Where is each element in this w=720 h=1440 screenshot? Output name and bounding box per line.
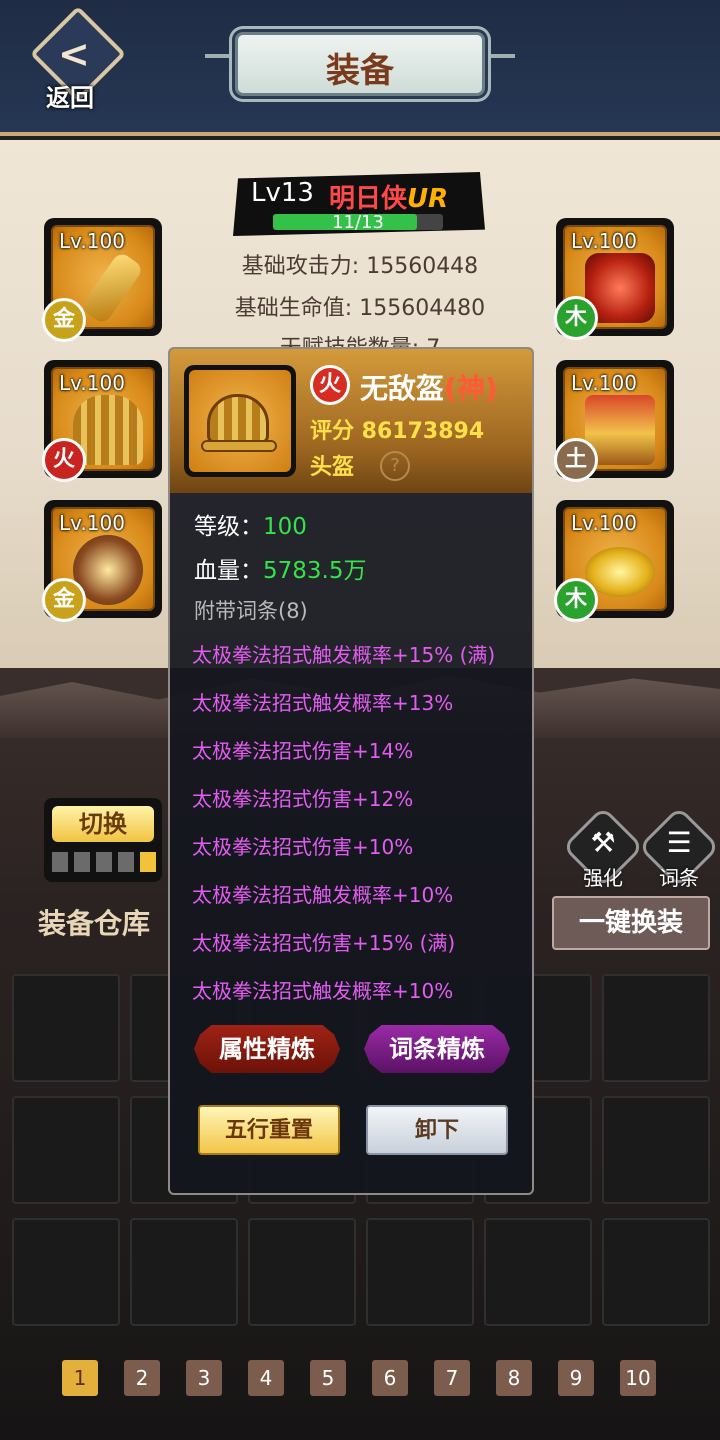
loadout-cell[interactable]	[74, 852, 90, 872]
element-badge: 木	[554, 578, 598, 622]
loadout-cell-active[interactable]	[140, 852, 156, 872]
sword-icon	[79, 250, 145, 326]
affix-line: 太极拳法招式触发概率+13%	[192, 691, 454, 715]
page-button-7[interactable]: 7	[434, 1360, 470, 1396]
one-key-equip-button[interactable]: 一键换装	[552, 896, 710, 950]
inventory-cell[interactable]	[12, 1096, 120, 1204]
back-arrow-icon: <	[58, 32, 90, 76]
item-grade: (神)	[444, 372, 498, 405]
element-badge: 金	[42, 578, 86, 622]
equip-slot-amulet[interactable]: Lv.100 金	[42, 500, 162, 622]
equip-slot-weapon[interactable]: Lv.100 金	[42, 218, 162, 342]
equip-slot-helmet[interactable]: Lv.100 火	[42, 360, 162, 482]
loadout-cell[interactable]	[96, 852, 112, 872]
page-button-10[interactable]: 10	[620, 1360, 656, 1396]
inventory-cell[interactable]	[130, 1218, 238, 1326]
item-slot-type: 头盔	[310, 455, 355, 480]
inventory-cell[interactable]	[602, 974, 710, 1082]
item-hp: 血量：5783.5万	[194, 558, 367, 584]
item-level: 等级：100	[194, 514, 307, 540]
slot-level: Lv.100	[59, 371, 125, 395]
affix-line: 太极拳法招式伤害+10%	[192, 835, 414, 859]
helmet-brim	[201, 440, 277, 452]
slot-level: Lv.100	[571, 511, 637, 535]
back-label: 返回	[46, 83, 94, 112]
strengthen-label: 强化	[583, 866, 623, 890]
hero-progress-text: 11/13	[332, 212, 384, 233]
back-button[interactable]: < 返回	[29, 5, 127, 112]
inventory-cell[interactable]	[484, 1218, 592, 1326]
attribute-refine-button[interactable]: 属性精炼	[194, 1025, 340, 1073]
affix-line: 太极拳法招式伤害+15% (满)	[192, 931, 456, 955]
equip-slot-boots[interactable]: Lv.100 土	[554, 360, 674, 482]
affix-line: 太极拳法招式触发概率+10%	[192, 979, 454, 1003]
element-badge: 金	[42, 298, 86, 342]
page-button-8[interactable]: 8	[496, 1360, 532, 1396]
storage-title: 装备仓库	[38, 907, 151, 940]
page-button-5[interactable]: 5	[310, 1360, 346, 1396]
affix-refine-button[interactable]: 词条精炼	[364, 1025, 510, 1073]
element-badge: 土	[554, 438, 598, 482]
item-icon-frame	[184, 365, 296, 477]
page-title: 装备	[326, 51, 394, 91]
five-elements-reset-button[interactable]: 五行重置	[198, 1105, 340, 1155]
unequip-button[interactable]: 卸下	[366, 1105, 508, 1155]
inventory-cell[interactable]	[12, 1218, 120, 1326]
popup-header: 火 无敌盔(神) 评分 86173894 头盔 ?	[170, 349, 532, 493]
help-icon[interactable]: ?	[380, 451, 410, 481]
item-name: 无敌盔(神)	[360, 372, 498, 405]
hero-progress-bar: 11/13	[273, 212, 443, 233]
list-icon: ☰	[666, 826, 692, 859]
title-plate: 装备	[235, 32, 485, 96]
inventory-cell[interactable]	[366, 1218, 474, 1326]
page-button-6[interactable]: 6	[372, 1360, 408, 1396]
slot-level: Lv.100	[59, 229, 125, 253]
element-badge: 火	[42, 438, 86, 482]
page-button-2[interactable]: 2	[124, 1360, 160, 1396]
page-button-1[interactable]: 1	[62, 1360, 98, 1396]
element-badge: 木	[554, 296, 598, 340]
loadout-cell[interactable]	[118, 852, 134, 872]
affix-line: 太极拳法招式伤害+14%	[192, 739, 414, 763]
inventory-cell[interactable]	[248, 1218, 356, 1326]
fire-element-icon: 火	[310, 365, 350, 405]
affix-line: 太极拳法招式伤害+12%	[192, 787, 414, 811]
page-button-4[interactable]: 4	[248, 1360, 284, 1396]
affix-label: 词条	[659, 866, 699, 890]
equip-slot-ring[interactable]: Lv.100 木	[554, 500, 674, 622]
affix-line: 太极拳法招式触发概率+15% (满)	[192, 643, 496, 667]
slot-level: Lv.100	[59, 511, 125, 535]
inventory-cell[interactable]	[602, 1096, 710, 1204]
hero-level: Lv13	[251, 178, 314, 208]
switch-button[interactable]: 切换	[52, 806, 154, 842]
hero-banner: Lv13 明日侠UR 11/13	[233, 172, 485, 236]
hero-rank: UR	[407, 184, 449, 214]
loadout-cell[interactable]	[52, 852, 68, 872]
affix-line: 太极拳法招式触发概率+10%	[192, 883, 454, 907]
slot-level: Lv.100	[571, 371, 637, 395]
inventory-cell[interactable]	[12, 974, 120, 1082]
loadout-switch: 切换	[44, 798, 162, 882]
inventory-cell[interactable]	[602, 1218, 710, 1326]
item-detail-popup: 火 无敌盔(神) 评分 86173894 头盔 ? 等级：100 血量：5783…	[168, 347, 534, 1195]
page-button-9[interactable]: 9	[558, 1360, 594, 1396]
top-bar: < 返回 装备	[0, 0, 720, 136]
item-score: 评分 86173894	[310, 419, 485, 444]
hammer-icon: ⚒	[590, 826, 616, 859]
equip-slot-armor[interactable]: Lv.100 木	[554, 218, 674, 340]
page-button-3[interactable]: 3	[186, 1360, 222, 1396]
slot-level: Lv.100	[571, 229, 637, 253]
helmet-icon	[207, 394, 269, 444]
affix-header: 附带词条(8)	[194, 599, 308, 623]
hero-name: 明日侠UR	[329, 184, 449, 214]
